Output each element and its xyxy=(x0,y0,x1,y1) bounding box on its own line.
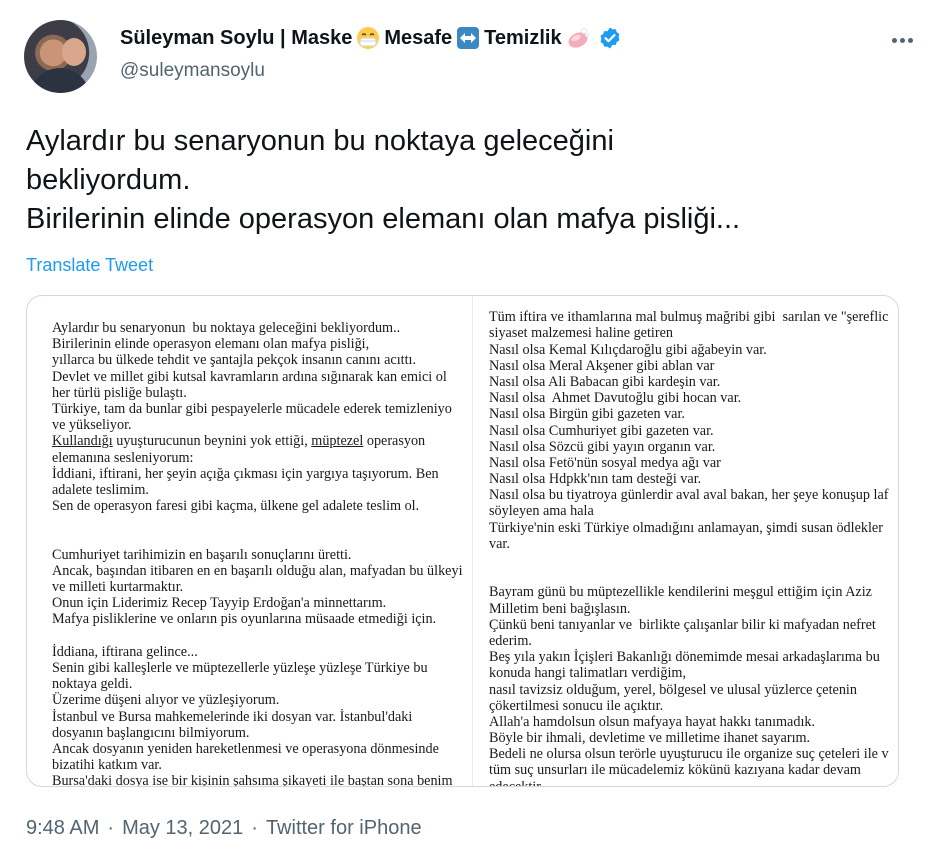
document-line: Böyle bir ihmali, devletime ve milletime… xyxy=(489,730,811,747)
document-line: Bayram günü bu müptezellikle kendilerini… xyxy=(489,584,872,601)
document-line: söyleyen ama hala xyxy=(489,503,594,520)
document-line: Sen de operasyon faresi gibi kaçma, ülke… xyxy=(52,498,420,515)
document-line: İddiana, iftirana gelince... xyxy=(52,643,198,660)
document-line: Türkiye, tam da bunlar gibi pespayelerle… xyxy=(52,400,452,417)
document-line: noktaya geldi. xyxy=(52,676,133,693)
avatar-child-face xyxy=(62,38,86,66)
soap-emoji-icon xyxy=(568,28,589,48)
tweet-time[interactable]: 9:48 AM xyxy=(26,817,99,840)
document-line: Milletim beni bağışlasın. xyxy=(489,600,631,617)
avatar-shirt xyxy=(30,68,90,93)
document-line: Allah'a hamdolsun olsun mafyaya hayat ha… xyxy=(489,713,816,730)
document-line: Ancak dosyanın yeniden hareketlenmesi ve… xyxy=(52,740,439,757)
document-line: Devlet ve millet gibi kutsal kavramların… xyxy=(52,368,447,385)
document-line: çökertilmesi sonucu ile açıktır. xyxy=(489,697,664,714)
document-line: edecektir. xyxy=(489,778,544,787)
document-divider xyxy=(472,296,473,786)
document-line: Nasıl olsa Cumhuriyet gibi gazeten var. xyxy=(489,422,714,439)
document-line: ve yükseliyor. xyxy=(52,417,132,434)
document-line: konuda hangi talimatları verdiğim, xyxy=(489,665,686,682)
document-right-column: Tüm iftira ve ithamlarına mal bulmuş mağ… xyxy=(489,296,889,787)
document-line: Mafya pisliklerine ve onların pis oyunla… xyxy=(52,611,437,628)
document-line: Onun için Liderimiz Recep Tayyip Erdoğan… xyxy=(52,595,387,612)
avatar[interactable] xyxy=(24,20,97,93)
document-line: Nasıl olsa Ali Babacan gibi kardeşin var… xyxy=(489,373,721,390)
document-line: Nasıl olsa Kemal Kılıçdaroğlu gibi ağabe… xyxy=(489,341,767,358)
author-handle[interactable]: @suleymansoylu xyxy=(120,60,265,82)
document-line: Beş yıla yakın İçişleri Bakanlığı dönemi… xyxy=(489,649,880,666)
document-line: var. xyxy=(489,535,510,552)
document-line: siyaset malzemesi haline getiren xyxy=(489,325,673,342)
author-name-row[interactable]: Süleyman Soylu | Maske Mesafe Temizlik xyxy=(120,26,622,50)
document-line: bizatihi katkım var. xyxy=(52,757,162,774)
document-line: elemanına sesleniyorum: xyxy=(52,449,194,466)
document-line: yıllarca bu ülkede tehdit ve şantajla pe… xyxy=(52,352,417,369)
document-line: Kullandığı uyuşturucunun beynini yok ett… xyxy=(52,433,426,450)
document-line: adalete teslimim. xyxy=(52,481,149,498)
document-line: İstanbul ve Bursa mahkemelerinde iki dos… xyxy=(52,708,413,725)
document-line: her türlü pisliğe bulaştı. xyxy=(52,384,187,401)
document-line: Tüm iftira ve ithamlarına mal bulmuş mağ… xyxy=(489,309,889,326)
display-name-part3[interactable]: Temizlik xyxy=(484,27,561,50)
display-name-part2[interactable]: Mesafe xyxy=(384,27,452,50)
document-line: nasıl tavizsiz olduğum, yerel, bölgesel … xyxy=(489,681,857,698)
tweet-media-image[interactable]: Aylardır bu senaryonun bu noktaya gelece… xyxy=(26,295,899,787)
tweet-source[interactable]: Twitter for iPhone xyxy=(266,817,422,840)
verified-badge-icon xyxy=(600,27,620,49)
document-left-column: Aylardır bu senaryonun bu noktaya gelece… xyxy=(52,320,472,787)
document-line: Ancak, başından itibaren en en başarılı … xyxy=(52,562,463,579)
document-line: Nasıl olsa Birgün gibi gazeten var. xyxy=(489,406,685,423)
document-line: Bursa'daki dosya ise bir kişinin şahsıma… xyxy=(52,773,453,787)
separator-dot: · xyxy=(107,817,115,839)
document-line: tüm suç unsurları ile mücadelemiz kökünü… xyxy=(489,762,861,779)
document-line: Cumhuriyet tarihimizin en başarılı sonuç… xyxy=(52,546,352,563)
document-line: ve milleti kurtarmaktır. xyxy=(52,579,184,595)
left-right-arrow-emoji-icon xyxy=(457,27,480,49)
document-line: Üzerime düşeni alıyor ve yüzleşiyorum. xyxy=(52,692,280,709)
document-line: Aylardır bu senaryonun bu noktaya gelece… xyxy=(52,320,401,336)
document-line: İddiani, iftirani, her şeyin açığa çıkma… xyxy=(52,465,439,482)
document-line: Türkiye'nin eski Türkiye olmadığını anla… xyxy=(489,519,883,536)
translate-tweet-link[interactable]: Translate Tweet xyxy=(26,255,153,276)
document-line: Nasıl olsa bu tiyatroya günlerdir aval a… xyxy=(489,487,889,504)
more-options-icon[interactable] xyxy=(888,28,916,52)
tweet-date[interactable]: May 13, 2021 xyxy=(122,817,243,840)
document-line: ederim. xyxy=(489,632,532,649)
tweet-footer: 9:48 AM · May 13, 2021 · Twitter for iPh… xyxy=(26,817,422,840)
separator-dot: · xyxy=(251,817,258,839)
document-line: Nasıl olsa Fetö'nün sosyal medya ağı var xyxy=(489,454,721,471)
tweet-text: Aylardır bu senaryonun bu noktaya gelece… xyxy=(26,125,741,235)
document-line: Senin gibi kalleşlerle ve müptezellerle … xyxy=(52,659,428,676)
display-name-part1[interactable]: Süleyman Soylu | Maske xyxy=(120,27,352,50)
document-line: dosyanın başlangıcını bilmiyorum. xyxy=(52,724,250,741)
document-line: Nasıl olsa Ahmet Davutoğlu gibi hocan va… xyxy=(489,390,742,407)
document-line: Nasıl olsa Hdpkk'nın tam desteği var. xyxy=(489,471,702,488)
document-line: Bedeli ne olursa olsun terörle uyuşturuc… xyxy=(489,746,889,763)
document-line: Çünkü beni tanıyanlar ve birlikte çalışa… xyxy=(489,616,876,633)
document-line: Birilerinin elinde operasyon elemanı ola… xyxy=(52,336,370,353)
mask-face-emoji-icon xyxy=(357,27,380,49)
document-line: Nasıl olsa Meral Akşener gibi ablan var xyxy=(489,357,715,374)
tweet-header: Süleyman Soylu | Maske Mesafe Temizlik @… xyxy=(24,20,922,100)
document-line: Nasıl olsa Sözcü gibi yayın organın var. xyxy=(489,438,716,455)
